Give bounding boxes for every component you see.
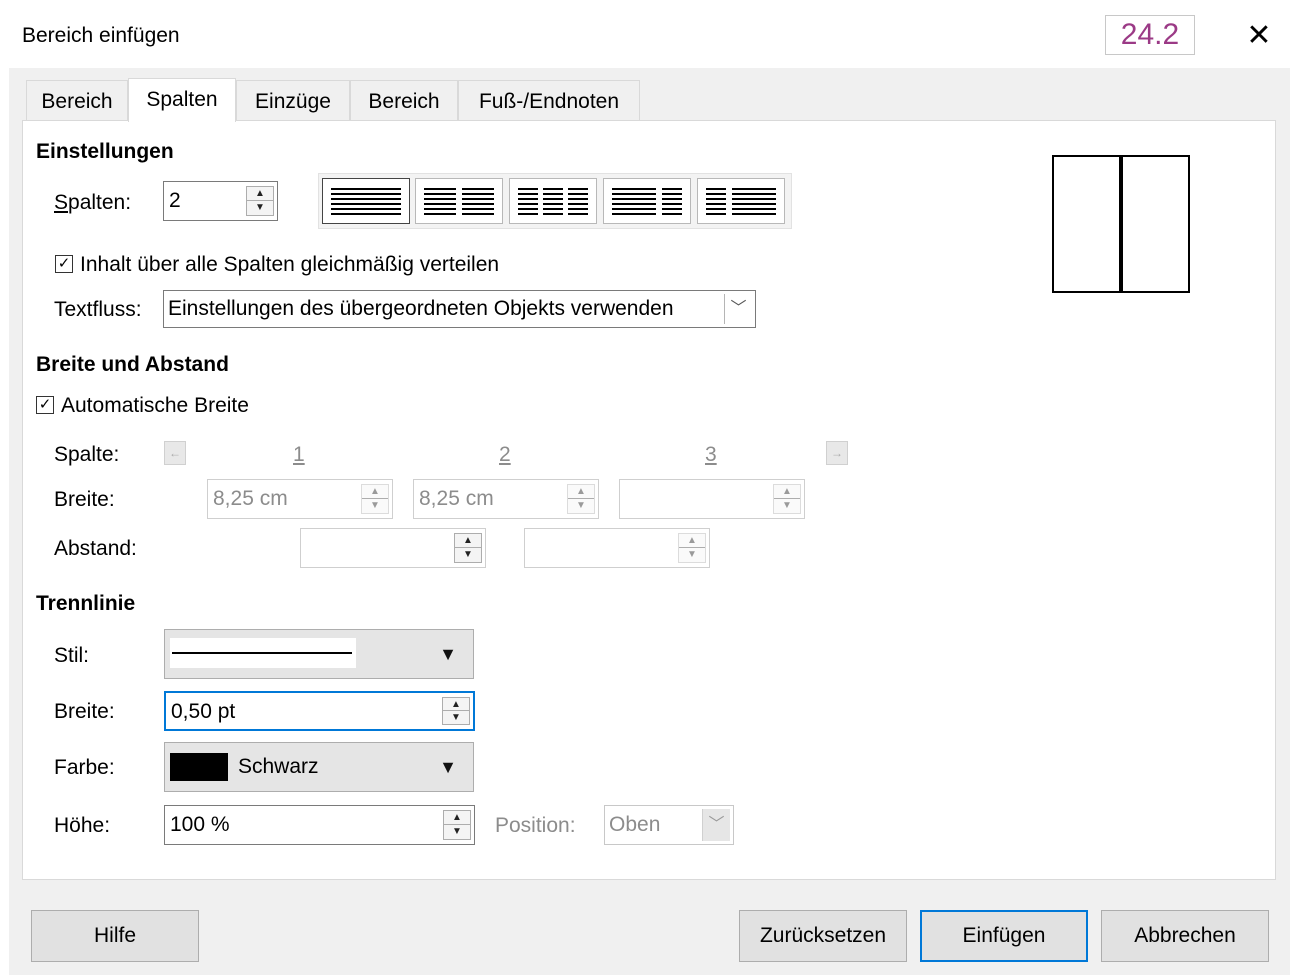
column-number-3: 3 xyxy=(705,443,717,466)
column-number-1: 1 xyxy=(293,443,305,466)
insert-button[interactable]: Einfügen xyxy=(920,910,1088,962)
line-style-dropdown[interactable]: ▼ xyxy=(164,629,474,679)
spin-up-icon[interactable]: ▲ xyxy=(443,698,469,711)
column-number-2: 2 xyxy=(499,443,511,466)
line-width-label: Breite: xyxy=(54,700,115,723)
line-style-preview xyxy=(170,638,356,668)
column-width-label: Breite: xyxy=(54,488,115,511)
spin-buttons[interactable]: ▲ ▼ xyxy=(443,810,471,840)
tab-fussnoten[interactable]: Fuß-/Endnoten xyxy=(458,80,640,121)
spin-buttons[interactable]: ▲ ▼ xyxy=(773,484,801,514)
spacing-2-3[interactable]: ▲ ▼ xyxy=(524,528,710,568)
column-1-width-value: 8,25 cm xyxy=(213,487,288,510)
column-3-width[interactable]: ▲ ▼ xyxy=(619,479,805,519)
spin-down-icon[interactable]: ▼ xyxy=(443,711,469,724)
line-height-label: Höhe: xyxy=(54,814,111,837)
column-preview xyxy=(1052,155,1190,293)
section-heading-separator: Trennlinie xyxy=(36,592,136,615)
color-name: Schwarz xyxy=(238,755,319,778)
arrow-left-icon[interactable]: ← xyxy=(164,441,186,465)
line-style-label: Stil: xyxy=(54,644,90,667)
column-2-width[interactable]: 8,25 cm ▲ ▼ xyxy=(413,479,599,519)
preset-3-columns[interactable] xyxy=(509,178,597,224)
spin-down-icon[interactable]: ▼ xyxy=(568,499,594,513)
textflow-value: Einstellungen des übergeordneten Objekts… xyxy=(168,297,674,320)
spin-buttons[interactable]: ▲ ▼ xyxy=(567,484,595,514)
spin-buttons[interactable]: ▲ ▼ xyxy=(361,484,389,514)
chevron-down-icon[interactable]: ﹀ xyxy=(702,809,730,841)
position-value: Oben xyxy=(609,813,661,836)
tab-einzuege[interactable]: Einzüge xyxy=(236,80,350,121)
cancel-button[interactable]: Abbrechen xyxy=(1101,910,1269,962)
line-width-value[interactable]: 0,50 pt xyxy=(171,693,235,731)
columns-value: 2 xyxy=(169,189,181,212)
columns-label-text: palten: xyxy=(68,191,132,214)
spin-buttons[interactable]: ▲ ▼ xyxy=(442,697,470,725)
spin-buttons[interactable]: ▲ ▼ xyxy=(454,533,482,563)
spin-down-icon[interactable]: ▼ xyxy=(247,201,273,215)
color-swatch xyxy=(170,753,228,781)
wide-right-columns-icon xyxy=(706,188,776,215)
spin-up-icon[interactable]: ▲ xyxy=(568,485,594,499)
tab-spalten[interactable]: Spalten xyxy=(128,78,236,122)
tab-bereich-2[interactable]: Bereich xyxy=(350,80,458,121)
spin-up-icon[interactable]: ▲ xyxy=(679,534,705,548)
columns-spinbox[interactable]: 2 ▲ ▼ xyxy=(163,181,278,221)
dropdown-arrow-icon[interactable]: ▼ xyxy=(439,630,457,678)
tab-bereich[interactable]: Bereich xyxy=(26,80,128,121)
two-columns-icon xyxy=(424,188,494,215)
spin-up-icon[interactable]: ▲ xyxy=(362,485,388,499)
window-title: Bereich einfügen xyxy=(22,24,180,47)
dropdown-arrow-icon[interactable]: ▼ xyxy=(439,743,457,791)
preset-wide-right[interactable] xyxy=(697,178,785,224)
line-sample xyxy=(172,652,352,654)
column-1-width[interactable]: 8,25 cm ▲ ▼ xyxy=(207,479,393,519)
spin-buttons[interactable]: ▲ ▼ xyxy=(678,533,706,563)
one-column-icon xyxy=(331,188,401,215)
distribute-label[interactable]: Inhalt über alle Spalten gleichmäßig ver… xyxy=(80,253,499,277)
spin-up-icon[interactable]: ▲ xyxy=(247,187,273,201)
chevron-down-icon[interactable]: ﹀ xyxy=(724,294,752,324)
textflow-label: Textfluss: xyxy=(54,298,142,321)
column-nav-label: Spalte: xyxy=(54,443,120,466)
version-badge: 24.2 xyxy=(1105,15,1195,55)
line-height-value: 100 % xyxy=(170,813,230,836)
position-label: Position: xyxy=(495,814,576,837)
spin-down-icon[interactable]: ▼ xyxy=(455,548,481,562)
distribute-checkbox[interactable]: ✓ xyxy=(55,255,73,273)
arrow-right-icon[interactable]: → xyxy=(826,441,848,465)
line-width-spinbox[interactable]: 0,50 pt ▲ ▼ xyxy=(164,691,475,731)
preview-divider xyxy=(1119,157,1123,291)
section-heading-settings: Einstellungen xyxy=(36,140,174,163)
help-button[interactable]: Hilfe xyxy=(31,910,199,962)
textflow-select[interactable]: Einstellungen des übergeordneten Objekts… xyxy=(163,290,756,328)
spin-up-icon[interactable]: ▲ xyxy=(774,485,800,499)
three-columns-icon xyxy=(518,188,588,215)
auto-width-label[interactable]: Automatische Breite xyxy=(61,394,249,418)
reset-button[interactable]: Zurücksetzen xyxy=(739,910,907,962)
preset-2-columns[interactable] xyxy=(415,178,503,224)
columns-label: Spalten: xyxy=(54,191,132,214)
line-color-label: Farbe: xyxy=(54,756,115,779)
spacing-label: Abstand: xyxy=(54,537,137,560)
spin-up-icon[interactable]: ▲ xyxy=(455,534,481,548)
line-height-spinbox[interactable]: 100 % ▲ ▼ xyxy=(164,805,475,845)
spin-up-icon[interactable]: ▲ xyxy=(444,811,470,825)
position-select[interactable]: Oben ﹀ xyxy=(604,805,734,845)
preset-1-column[interactable] xyxy=(322,178,410,224)
column-2-width-value: 8,25 cm xyxy=(419,487,494,510)
spin-down-icon[interactable]: ▼ xyxy=(774,499,800,513)
close-icon[interactable]: ✕ xyxy=(1244,18,1274,54)
spacing-1-2[interactable]: ▲ ▼ xyxy=(300,528,486,568)
auto-width-checkbox[interactable]: ✓ xyxy=(36,396,54,414)
section-heading-width: Breite und Abstand xyxy=(36,353,229,376)
preset-wide-left[interactable] xyxy=(603,178,691,224)
wide-left-columns-icon xyxy=(612,188,682,215)
spin-down-icon[interactable]: ▼ xyxy=(362,499,388,513)
line-color-dropdown[interactable]: Schwarz ▼ xyxy=(164,742,474,792)
columns-spin-buttons[interactable]: ▲ ▼ xyxy=(246,186,274,216)
spin-down-icon[interactable]: ▼ xyxy=(679,548,705,562)
spin-down-icon[interactable]: ▼ xyxy=(444,825,470,839)
